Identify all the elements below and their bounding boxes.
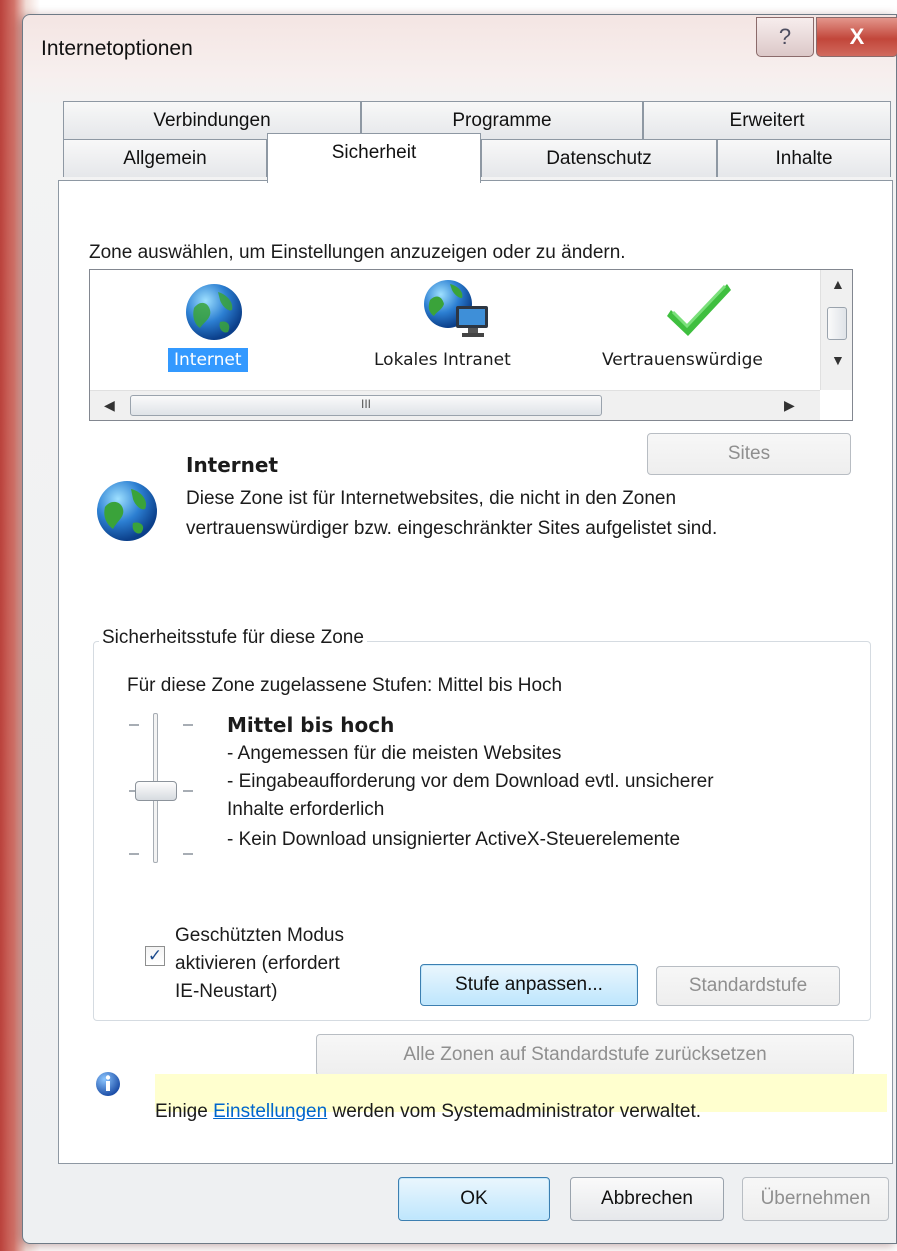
zone-select-prompt: Zone auswählen, um Einstellungen anzuzei… (89, 242, 626, 263)
zone-list[interactable]: Internet Lokales Intranet Vertrauenswürd… (89, 269, 853, 421)
cancel-button[interactable]: Abbrechen (570, 1177, 724, 1221)
ok-button[interactable]: OK (398, 1177, 550, 1221)
reset-all-zones-button[interactable]: Alle Zonen auf Standardstufe zurücksetze… (316, 1034, 854, 1076)
tab-datenschutz[interactable]: Datenschutz (481, 139, 717, 177)
scroll-up-icon[interactable]: ▲ (831, 276, 845, 292)
tab-erweitert[interactable]: Erweitert (643, 101, 891, 139)
tab-inhalte[interactable]: Inhalte (717, 139, 891, 177)
zone-item-lokales-intranet[interactable]: Lokales Intranet (368, 348, 517, 372)
sites-button[interactable]: Sites (647, 433, 851, 475)
level-description-line4: - Kein Download unsignierter ActiveX-Ste… (227, 829, 681, 850)
zone-item-internet[interactable]: Internet (168, 348, 248, 372)
zone-detail-title: Internet (186, 453, 279, 477)
admin-notice: Einige Einstellungen werden vom Systemad… (155, 1101, 701, 1123)
protected-mode-label-line2: aktivieren (erfordert (175, 953, 340, 974)
globe-icon (95, 479, 159, 543)
admin-notice-prefix: Einige (155, 1101, 208, 1122)
checkmark-icon (665, 278, 735, 338)
zone-description-line2: vertrauenswürdiger bzw. eingeschränkter … (186, 518, 718, 539)
security-tab-panel: Zone auswählen, um Einstellungen anzuzei… (58, 180, 893, 1164)
help-icon: ? (778, 24, 792, 49)
thumb-grip: III (360, 397, 371, 411)
default-level-button[interactable]: Standardstufe (656, 966, 840, 1006)
admin-notice-suffix: werden vom Systemadministrator verwaltet… (332, 1101, 701, 1122)
slider-tick (129, 724, 139, 726)
slider-tick (183, 853, 193, 855)
intranet-icon (420, 276, 494, 342)
level-description-line3: Inhalte erforderlich (227, 799, 385, 820)
tab-allgemein[interactable]: Allgemein (63, 139, 267, 177)
scroll-right-icon[interactable]: ▶ (784, 397, 795, 414)
window-title: Internetoptionen (41, 37, 193, 60)
vertical-scroll-thumb[interactable] (827, 307, 847, 340)
protected-mode-label-line1: Geschützten Modus (175, 925, 344, 946)
slider-tick (129, 853, 139, 855)
horizontal-scroll-thumb[interactable]: III (130, 395, 602, 416)
allowed-levels-text: Für diese Zone zugelassene Stufen: Mitte… (127, 675, 563, 696)
info-icon (95, 1071, 121, 1097)
help-button[interactable]: ? (756, 17, 814, 57)
close-icon: X (849, 24, 865, 49)
zone-description-line1: Diese Zone ist für Internetwebsites, die… (186, 488, 677, 509)
level-description-line2: - Eingabeaufforderung vor dem Download e… (227, 771, 714, 792)
protected-mode-label-line3: IE-Neustart) (175, 981, 278, 1002)
protected-mode-checkbox[interactable]: ✓ (145, 946, 165, 966)
slider-thumb[interactable] (135, 781, 177, 801)
scroll-down-icon[interactable]: ▼ (831, 352, 845, 368)
apply-button[interactable]: Übernehmen (742, 1177, 889, 1221)
slider-tick (183, 790, 193, 792)
close-button[interactable]: X (816, 17, 897, 57)
zone-horizontal-scrollbar[interactable]: ◀ III ▶ (90, 390, 820, 420)
settings-link[interactable]: Einstellungen (213, 1101, 327, 1122)
tab-sicherheit[interactable]: Sicherheit (267, 133, 481, 183)
security-level-group-title: Sicherheitsstufe für diese Zone (99, 627, 367, 649)
globe-icon (184, 282, 244, 342)
zone-vertical-scrollbar[interactable]: ▲ ▼ (820, 270, 852, 390)
scroll-left-icon[interactable]: ◀ (104, 397, 115, 414)
slider-tick (183, 724, 193, 726)
security-level-name: Mittel bis hoch (227, 713, 395, 737)
level-description-line1: - Angemessen für die meisten Websites (227, 743, 562, 764)
zone-item-vertrauenswuerdige[interactable]: Vertrauenswürdige (596, 348, 769, 372)
custom-level-button[interactable]: Stufe anpassen... (420, 964, 638, 1006)
